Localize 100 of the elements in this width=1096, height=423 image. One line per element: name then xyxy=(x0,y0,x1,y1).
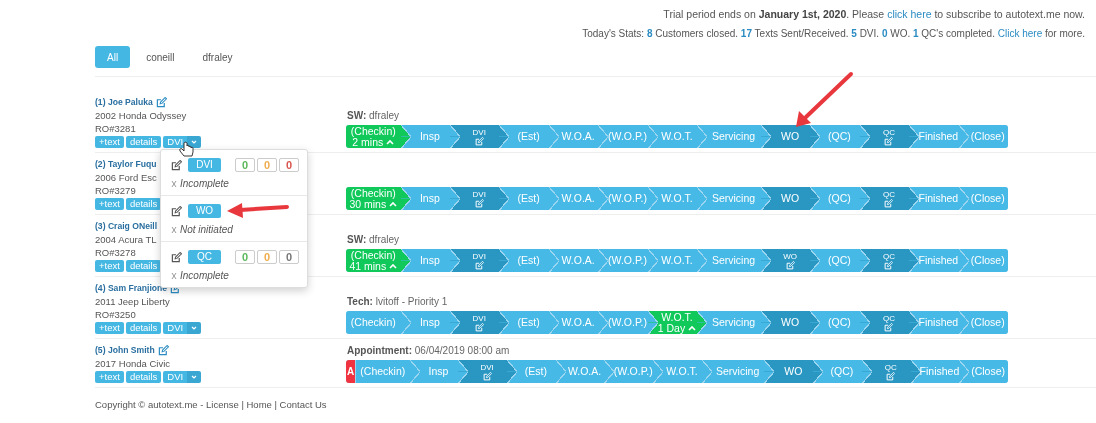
workflow-step[interactable]: WO xyxy=(760,249,811,272)
workflow-step[interactable]: W.O.A. xyxy=(548,187,599,210)
workflow-step[interactable]: Servicing xyxy=(697,125,761,148)
workflow-step[interactable]: QC xyxy=(861,360,911,383)
workflow-step[interactable]: (QC) xyxy=(810,187,860,210)
workflow-step[interactable]: (QC) xyxy=(810,311,860,334)
workflow-step[interactable]: W.O.A. xyxy=(548,311,599,334)
workflow-step[interactable]: Servicing xyxy=(697,249,761,272)
workflow-step[interactable]: QC xyxy=(859,249,910,272)
workflow-step[interactable]: WO xyxy=(760,125,811,148)
dvi-button[interactable]: DVI xyxy=(163,136,188,148)
dvi-button[interactable]: DVI xyxy=(163,322,188,334)
text-button[interactable]: +text xyxy=(95,136,124,148)
workflow-step[interactable]: (Est) xyxy=(499,187,549,210)
workflow-step[interactable]: W.O.A. xyxy=(548,125,599,148)
workflow-step[interactable]: (Close) xyxy=(959,360,1008,383)
workflow-step[interactable]: Insp xyxy=(400,125,451,148)
workflow-step[interactable]: Insp xyxy=(400,311,451,334)
text-button[interactable]: +text xyxy=(95,322,124,334)
workflow-step[interactable]: W.O.T. xyxy=(647,125,698,148)
workflow-step[interactable]: DVI xyxy=(450,125,500,148)
workflow-step[interactable]: Finished xyxy=(909,125,959,148)
workflow-step[interactable]: QC xyxy=(859,125,910,148)
workflow-step[interactable]: (Checkin) 30 mins xyxy=(346,187,401,210)
workflow-step[interactable]: (Est) xyxy=(499,125,549,148)
workflow-step[interactable]: (W.O.P.) xyxy=(604,360,654,383)
workflow-step[interactable]: Insp xyxy=(400,187,451,210)
workflow-step[interactable]: W.O.T. xyxy=(647,249,698,272)
workflow-step[interactable]: WO xyxy=(760,187,811,210)
workflow-step[interactable]: (QC) xyxy=(813,360,862,383)
details-button[interactable]: details xyxy=(125,322,162,334)
text-button[interactable]: +text xyxy=(95,198,124,210)
workflow-step[interactable]: Finished xyxy=(910,360,960,383)
workflow-step[interactable]: (QC) xyxy=(810,249,860,272)
workflow-step[interactable]: DVI xyxy=(458,360,507,383)
details-button[interactable]: details xyxy=(125,136,162,148)
dropdown-toggle[interactable] xyxy=(187,136,202,148)
workflow-step[interactable]: DVI xyxy=(450,187,500,210)
workflow-step[interactable]: (Close) xyxy=(958,311,1008,334)
workflow-step[interactable]: (Close) xyxy=(958,187,1008,210)
workflow-step[interactable]: (Checkin) xyxy=(346,311,401,334)
document-button[interactable]: DVI xyxy=(188,158,221,172)
text-button[interactable]: +text xyxy=(95,371,124,383)
filter-tab[interactable]: coneill xyxy=(134,46,187,68)
workflow-step[interactable]: DVI xyxy=(450,311,500,334)
customer-name[interactable]: (5) John Smith xyxy=(95,344,155,357)
link[interactable]: Click here xyxy=(997,28,1043,39)
workflow-step[interactable]: (Est) xyxy=(499,249,549,272)
workflow-step[interactable]: (QC) xyxy=(810,125,860,148)
filter-tab[interactable]: All xyxy=(95,46,131,68)
workflow-step[interactable]: Finished xyxy=(909,311,959,334)
dvi-button[interactable]: DVI xyxy=(163,371,188,383)
workflow-step[interactable]: W.O.T. xyxy=(653,360,702,383)
workflow-step[interactable]: Servicing xyxy=(701,360,765,383)
workflow-step[interactable]: (W.O.P.) xyxy=(598,311,648,334)
workflow-step[interactable]: (Checkin) 2 mins xyxy=(346,125,401,148)
filter-tab[interactable]: dfraley xyxy=(190,46,245,68)
customer-name[interactable]: (2) Taylor Fuqu xyxy=(95,158,157,171)
workflow-step[interactable]: QC xyxy=(859,187,910,210)
details-button[interactable]: details xyxy=(125,198,162,210)
edit-icon[interactable] xyxy=(171,159,182,171)
text-button[interactable]: +text xyxy=(95,260,124,272)
customer-name[interactable]: (1) Joe Paluka xyxy=(95,96,153,109)
workflow-step[interactable]: Servicing xyxy=(697,311,761,334)
workflow-step[interactable]: QC xyxy=(859,311,910,334)
workflow-step[interactable]: (Close) xyxy=(958,125,1008,148)
edit-icon[interactable] xyxy=(155,97,167,108)
workflow-step[interactable]: Finished xyxy=(909,187,959,210)
workflow-step[interactable]: (W.O.P.) xyxy=(598,125,648,148)
workflow-step[interactable]: WO xyxy=(760,311,811,334)
workflow-step[interactable]: W.O.A. xyxy=(548,249,599,272)
workflow-step[interactable]: (Checkin) xyxy=(356,360,410,383)
workflow-step[interactable]: W.O.T. xyxy=(647,187,698,210)
details-button[interactable]: details xyxy=(125,371,162,383)
workflow-step[interactable]: (Checkin) 41 mins xyxy=(346,249,401,272)
customer-name[interactable]: (4) Sam Franjione xyxy=(95,282,168,295)
workflow-step[interactable]: (Est) xyxy=(499,311,549,334)
workflow-step[interactable]: (Est) xyxy=(507,360,556,383)
workflow-step[interactable]: Servicing xyxy=(697,187,761,210)
edit-icon[interactable] xyxy=(171,251,182,263)
edit-icon[interactable] xyxy=(157,345,169,356)
workflow-step[interactable]: (W.O.P.) xyxy=(598,249,648,272)
workflow-step[interactable]: (W.O.P.) xyxy=(598,187,648,210)
annotation-arrow xyxy=(227,203,289,218)
details-button[interactable]: details xyxy=(125,260,162,272)
document-button[interactable]: WO xyxy=(188,204,221,218)
workflow-step[interactable]: Insp xyxy=(409,360,459,383)
edit-icon[interactable] xyxy=(171,205,182,217)
link[interactable]: click here xyxy=(887,8,932,20)
workflow-step[interactable]: DVI xyxy=(450,249,500,272)
dropdown-toggle[interactable] xyxy=(187,371,202,383)
workflow-step[interactable]: Finished xyxy=(909,249,959,272)
document-button[interactable]: QC xyxy=(188,250,221,264)
dropdown-toggle[interactable] xyxy=(187,322,202,334)
workflow-step[interactable]: W.O.A. xyxy=(555,360,605,383)
workflow-step[interactable]: WO xyxy=(764,360,814,383)
workflow-step[interactable]: Insp xyxy=(400,249,451,272)
workflow-step[interactable]: W.O.T. 1 Day xyxy=(647,311,698,334)
workflow-step[interactable]: (Close) xyxy=(958,249,1008,272)
customer-name[interactable]: (3) Craig ONeill xyxy=(95,220,158,233)
